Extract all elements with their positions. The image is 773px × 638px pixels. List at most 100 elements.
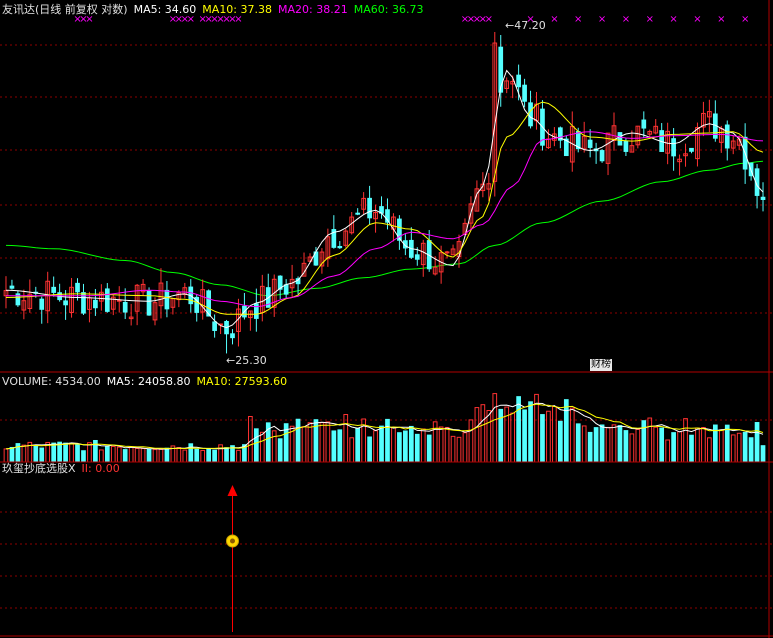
ma20-value: MA20: 38.21 xyxy=(278,3,348,16)
volume-bar xyxy=(546,410,551,463)
volume-bar xyxy=(21,444,27,463)
signal-coin-center xyxy=(229,538,235,544)
stock-title: 友讯达(日线 前复权 对数) xyxy=(2,3,128,16)
candle-body xyxy=(253,303,259,319)
candles xyxy=(3,32,766,354)
top-marker: × xyxy=(693,14,701,25)
volume-bar xyxy=(3,448,9,463)
candle-body xyxy=(93,299,98,309)
high-price-value: 47.20 xyxy=(514,19,546,32)
indicator-name: 玖玺抄底选股X xyxy=(2,462,76,475)
volume-bar xyxy=(486,409,492,463)
ma5-value: MA5: 34.60 xyxy=(133,3,197,16)
volume-bar xyxy=(373,430,378,463)
volume-bar xyxy=(569,407,575,463)
volume-bar xyxy=(671,432,676,463)
volume-bar xyxy=(206,448,212,463)
stock-chart[interactable]: ××× ×××× ××××××× ××××× × × × × × × × × × × xyxy=(0,0,773,638)
candle-body xyxy=(51,286,57,293)
volume-bar xyxy=(665,439,670,463)
ma60-line xyxy=(5,160,764,297)
volume-header: VOLUME: 4534.00 MA5: 24058.80 MA10: 27593.… xyxy=(2,375,287,389)
candle-body xyxy=(516,74,521,88)
volume-bar xyxy=(760,445,766,463)
top-marker: × xyxy=(598,14,606,25)
candle-body xyxy=(116,299,122,302)
volume-bar xyxy=(456,436,462,463)
volume-bar xyxy=(552,406,557,463)
news-badge[interactable]: 财榜 xyxy=(590,359,612,371)
volume-bar xyxy=(337,429,343,463)
low-price-label: ←25.30 xyxy=(226,354,267,368)
volume-bar xyxy=(736,432,742,463)
top-marker: × xyxy=(669,14,677,25)
candle-body xyxy=(9,285,15,289)
volume-bar xyxy=(540,414,545,463)
volume-bar xyxy=(450,435,456,463)
candle-body xyxy=(355,212,361,215)
volume-bar xyxy=(653,426,659,463)
volume-bar xyxy=(331,430,337,463)
candle-body xyxy=(587,139,593,148)
volume-bar xyxy=(754,422,760,463)
candle-body xyxy=(414,254,420,260)
candle-body xyxy=(104,288,110,312)
volume-bar xyxy=(701,427,706,463)
top-marker: × xyxy=(741,14,749,25)
candle-body xyxy=(212,321,217,331)
volume-bar xyxy=(575,423,581,463)
top-marker: × xyxy=(622,14,630,25)
volume-bar xyxy=(391,427,396,463)
candle-body xyxy=(528,102,533,127)
volume-bar xyxy=(122,449,128,463)
candle-body xyxy=(498,46,504,93)
volume-bar xyxy=(33,444,39,463)
volume-bar xyxy=(593,427,599,463)
candle-body xyxy=(39,298,45,310)
candle-body xyxy=(623,140,629,152)
volume-bar xyxy=(403,430,408,463)
volume-bar xyxy=(39,447,45,463)
grid-lines xyxy=(0,44,773,609)
volume-bar xyxy=(408,425,414,463)
volume-bar xyxy=(319,422,325,463)
ma20-line xyxy=(6,131,764,308)
volume-bar xyxy=(63,442,68,463)
volume-bar xyxy=(730,434,736,463)
signal-arrow xyxy=(225,485,239,632)
price-header: 友讯达(日线 前复权 对数) MA5: 34.60 MA10: 37.38 MA20:… xyxy=(2,3,423,17)
volume-bar xyxy=(295,418,301,463)
low-price-arrow: ← xyxy=(226,354,236,367)
volume-value: VOLUME: 4534.00 xyxy=(2,375,101,388)
volume-bar xyxy=(248,415,253,463)
volume-bar xyxy=(134,447,140,463)
volume-ma-lines xyxy=(5,402,764,450)
volume-bar xyxy=(462,432,468,463)
volume-bar xyxy=(259,431,265,463)
top-marker: × xyxy=(574,14,582,25)
low-price-value: 25.30 xyxy=(235,354,267,367)
volume-bar xyxy=(480,404,486,463)
volume-bar xyxy=(587,431,593,463)
volume-bar xyxy=(557,420,563,463)
candle-body xyxy=(522,84,527,102)
candle-body xyxy=(760,196,766,200)
volume-bar xyxy=(355,427,361,463)
volume-bar xyxy=(623,430,629,463)
volume-bar xyxy=(99,449,104,463)
candle-body xyxy=(724,124,730,149)
top-marker: × xyxy=(717,14,725,25)
volume-bar xyxy=(182,449,188,463)
volume-bar xyxy=(385,418,390,463)
volume-ma5-value: MA5: 24058.80 xyxy=(106,375,191,388)
volume-bar xyxy=(253,428,259,463)
volume-bar xyxy=(563,399,569,463)
volume-bar xyxy=(492,393,498,463)
volume-bar xyxy=(474,407,480,463)
volume-bar xyxy=(444,426,450,463)
candle-body xyxy=(689,147,694,152)
volume-bar xyxy=(104,445,110,463)
candle-body xyxy=(599,150,605,162)
volume-bar xyxy=(325,421,331,463)
volume-bar xyxy=(748,437,754,463)
